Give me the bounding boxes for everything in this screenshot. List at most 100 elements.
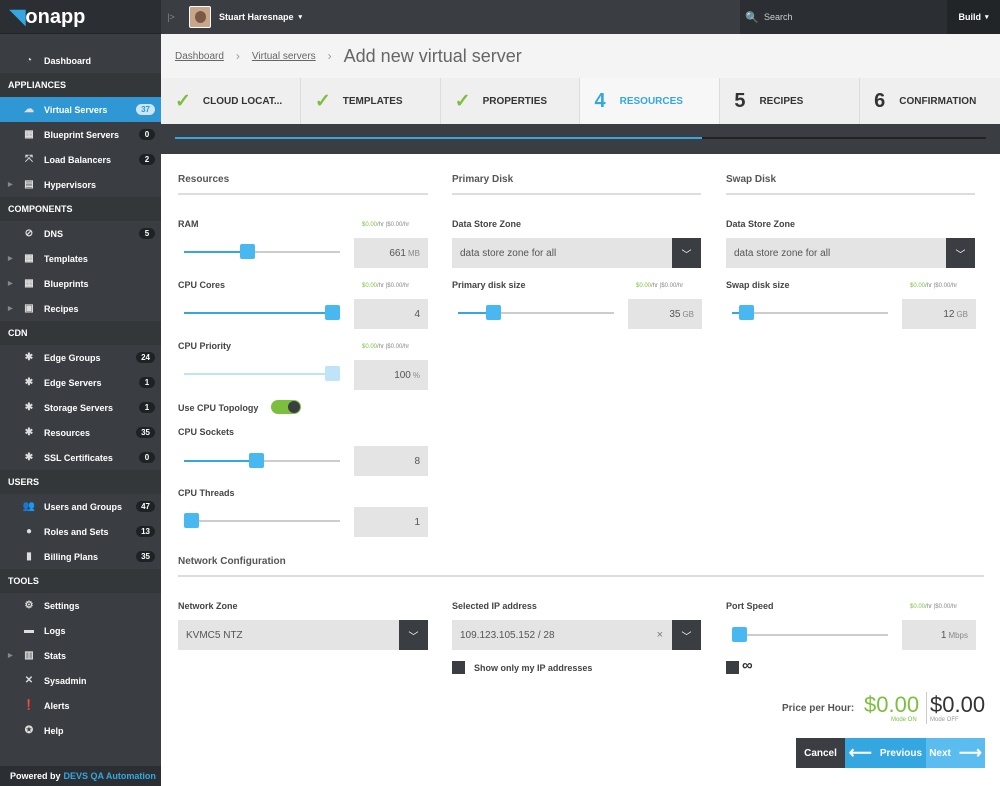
ip-address-select[interactable]: 109.123.105.152 / 28 × ﹀ [452,620,701,650]
chevron-down-icon[interactable]: ﹀ [399,620,428,650]
hypervisor-icon: ▤ [24,179,34,190]
edge-servers-icon: ✱ [24,377,34,388]
sidebar-item-help[interactable]: ✪ Help [0,718,161,743]
chevron-down-icon: ▾ [984,14,989,21]
cpu-sockets-slider[interactable] [184,453,340,468]
sidebar-item-templates[interactable]: ▶ ▦ Templates [0,246,161,271]
cpu-priority-value-field[interactable]: 100% [354,360,428,390]
sidebar-item-settings[interactable]: ⚙ Settings [0,593,161,618]
port-speed-slider[interactable] [732,627,888,642]
sidebar-item-roles-and-sets[interactable]: ● Roles and Sets 13 [0,519,161,544]
slider-thumb[interactable] [240,244,255,259]
chevron-down-icon[interactable]: ﹀ [672,238,701,268]
sidebar-item-recipes[interactable]: ▶ ▣ Recipes [0,296,161,321]
network-section: Network Configuration [178,556,984,577]
slider-thumb[interactable] [184,513,199,528]
sidebar-item-label: Resources [44,427,91,438]
slider-thumb[interactable] [325,366,340,381]
step-cloud-locations[interactable]: ✓ CLOUD LOCAT... [161,78,301,124]
cpu-threads-value-field[interactable]: 1 [354,507,428,537]
primary-zone-select[interactable]: data store zone for all ﹀ [452,238,701,268]
slider-thumb[interactable] [739,305,754,320]
sidebar-item-label: Virtual Servers [44,104,108,115]
clear-icon[interactable]: × [657,629,663,641]
per-hour: /hr [402,283,410,289]
slider-thumb[interactable] [325,305,340,320]
only-my-ip-label: Show only my IP addresses [474,663,593,673]
sidebar-item-billing-plans[interactable]: ▮ Billing Plans 35 [0,544,161,569]
step-properties[interactable]: ✓ PROPERTIES [440,78,581,124]
ram-slider[interactable] [184,244,340,259]
search-box[interactable]: 🔍 Search [740,0,947,34]
network-zone-select[interactable]: KVMC5 NTZ ﹀ [178,620,428,650]
sidebar-item-label: Billing Plans [44,551,99,562]
sidebar-item-blueprints[interactable]: ▶ ▦ Blueprints [0,271,161,296]
sidebar-item-ssl-certificates[interactable]: ✱ SSL Certificates 0 [0,445,161,470]
primary-size-slider[interactable] [458,305,614,320]
arrow-right-icon: ⟶ [958,745,982,762]
chevron-down-icon[interactable]: ﹀ [946,238,975,268]
search-input[interactable]: Search [764,12,793,22]
step-resources[interactable]: 4 RESOURCES [580,78,721,124]
port-speed-value-field[interactable]: 1 Mbps [902,620,976,650]
next-button[interactable]: Next ⟶ [926,738,985,768]
swap-size-value-field[interactable]: 12 GB [902,299,976,329]
breadcrumb-dashboard[interactable]: Dashboard [175,51,224,62]
collapse-sidebar-icon[interactable]: |> [161,0,181,34]
cpu-topology-toggle[interactable] [271,400,301,414]
step-confirmation[interactable]: 6 CONFIRMATION [860,78,1000,124]
slider-fill [184,251,247,253]
logo[interactable]: ◥onapp [0,0,161,34]
breadcrumb-virtual-servers[interactable]: Virtual servers [252,51,316,62]
build-menu-button[interactable]: Build ▾ [947,0,1000,34]
swap-zone-select[interactable]: data store zone for all ﹀ [726,238,975,268]
sidebar-item-sysadmin[interactable]: ✕ Sysadmin [0,668,161,693]
previous-button[interactable]: ⟵ Previous [845,738,926,768]
sidebar-item-load-balancers[interactable]: ⤧ Load Balancers 2 [0,147,161,172]
sidebar-item-resources[interactable]: ✱ Resources 35 [0,420,161,445]
checkmark-icon: ✓ [175,90,191,112]
sidebar-item-users-and-groups[interactable]: 👥 Users and Groups 47 [0,494,161,519]
alert-icon: ❗ [22,700,36,711]
infinity-icon: ∞ [742,657,753,674]
sidebar-item-alerts[interactable]: ❗ Alerts [0,693,161,718]
cpu-priority-value: 100 [394,369,411,381]
unlimited-port-checkbox[interactable] [726,661,739,674]
sidebar-item-dns[interactable]: ⊘ DNS 5 [0,221,161,246]
step-recipes[interactable]: 5 RECIPES [720,78,861,124]
sidebar-item-dashboard[interactable]: ◔ Dashboard [0,48,161,73]
cpu-cores-slider[interactable] [184,305,340,320]
cpu-priority-slider[interactable] [184,366,340,381]
cpu-sockets-value-field[interactable]: 8 [354,446,428,476]
ram-value-field[interactable]: 661 MB [354,238,428,268]
only-my-ip-checkbox[interactable] [452,661,465,674]
count-badge: 47 [136,501,155,512]
powered-by-name[interactable]: DEVS QA Automation [64,771,156,781]
chevron-right-icon: › [235,49,240,63]
user-menu[interactable]: Stuart Haresnape ▾ [181,0,302,34]
load-balancer-icon: ⤧ [25,154,33,165]
sidebar-item-label: SSL Certificates [44,452,113,463]
cpu-threads-slider[interactable] [184,513,340,528]
cpu-cores-value: 4 [414,308,420,320]
swap-size-slider[interactable] [732,305,888,320]
slider-thumb[interactable] [486,305,501,320]
sidebar-item-logs[interactable]: ▬ Logs [0,618,161,643]
slider-thumb[interactable] [249,453,264,468]
sidebar-item-stats[interactable]: ▶ ▥ Stats [0,643,161,668]
cancel-button[interactable]: Cancel [796,738,845,768]
sidebar-item-virtual-servers[interactable]: ☁ Virtual Servers 37 [0,97,161,122]
sidebar-item-edge-servers[interactable]: ✱ Edge Servers 1 [0,370,161,395]
step-templates[interactable]: ✓ TEMPLATES [300,78,441,124]
step-label: CLOUD LOCAT... [202,95,283,107]
cpu-cores-value-field[interactable]: 4 [354,299,428,329]
sidebar-item-storage-servers[interactable]: ✱ Storage Servers 1 [0,395,161,420]
primary-size-value-field[interactable]: 35 GB [628,299,702,329]
sidebar-item-hypervisors[interactable]: ▶ ▤ Hypervisors [0,172,161,197]
slider-thumb[interactable] [732,627,747,642]
sidebar-item-blueprint-servers[interactable]: ▦ Blueprint Servers 0 [0,122,161,147]
blueprint-icon: ▦ [24,129,34,140]
chevron-down-icon[interactable]: ﹀ [672,620,701,650]
sidebar-item-edge-groups[interactable]: ✱ Edge Groups 24 [0,345,161,370]
sidebar-item-label: Dashboard [44,55,92,66]
